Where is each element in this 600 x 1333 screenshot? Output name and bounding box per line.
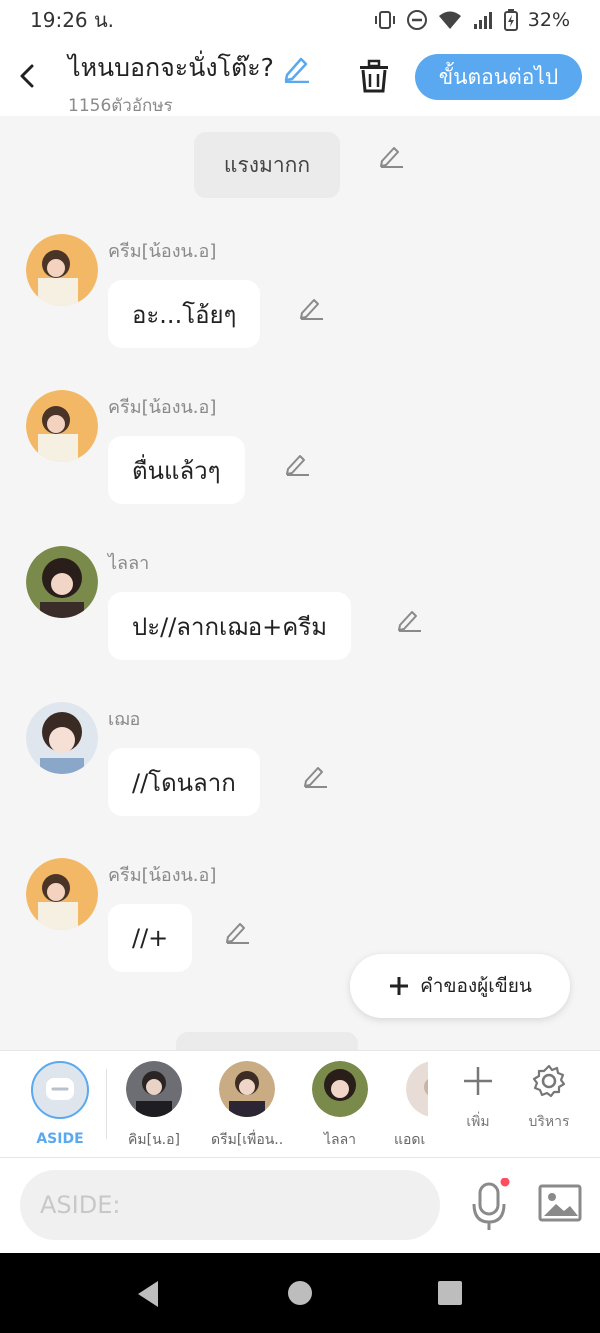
author-note-button[interactable]: คำของผู้เขียน — [350, 954, 570, 1018]
system-nav-bar — [0, 1253, 600, 1333]
gear-icon — [532, 1064, 566, 1098]
wifi-icon — [438, 11, 461, 29]
avatar[interactable] — [26, 858, 98, 930]
manage-label: บริหาร — [528, 1114, 570, 1130]
edit-message-icon[interactable] — [396, 606, 422, 632]
add-character-button[interactable]: เพิ่ม — [446, 1063, 510, 1133]
character-item[interactable]: ดรีม[เพื่อน... — [211, 1061, 283, 1151]
status-icons: 32% — [374, 9, 570, 31]
character-aside[interactable]: ASIDE — [24, 1061, 96, 1147]
divider — [106, 1069, 107, 1139]
nav-home-icon[interactable] — [286, 1279, 314, 1307]
edit-message-icon[interactable] — [224, 918, 250, 944]
avatar[interactable] — [26, 702, 98, 774]
battery-percent: 32% — [527, 9, 570, 31]
sender-name: เฌอ — [108, 709, 141, 730]
character-count: 1156ตัวอักษร — [68, 96, 173, 116]
sender-name: ครีม[น้องน.อ] — [108, 865, 217, 886]
character-item[interactable]: คิม[น.อ] — [118, 1061, 190, 1151]
character-label: ดรีม[เพื่อน... — [211, 1132, 283, 1148]
next-step-button[interactable]: ขั้นตอนต่อไป — [415, 54, 582, 100]
edit-message-icon[interactable] — [302, 762, 328, 788]
message-bubble[interactable]: ปะ//ลากเฌอ+ครีม — [108, 592, 352, 660]
avatar[interactable] — [26, 234, 98, 306]
vibrate-icon — [374, 11, 395, 29]
character-label: คิม[น.อ] — [128, 1132, 180, 1148]
nav-recents-icon[interactable] — [436, 1279, 464, 1307]
character-label: ไลลา — [323, 1132, 357, 1148]
character-avatar — [126, 1061, 182, 1117]
nav-back-icon[interactable] — [134, 1279, 162, 1309]
message-bubble[interactable]: //+ — [108, 904, 193, 972]
chat-area[interactable]: แรงมากก ครีม[น้องน.อ] อะ...โอ้ยๆ ครีม[น้… — [0, 116, 600, 1050]
signal-icon — [473, 12, 492, 29]
edit-message-icon[interactable] — [378, 142, 404, 168]
chat-bubble-icon — [46, 1078, 74, 1100]
sender-name: ไลลา — [108, 553, 150, 574]
input-area — [0, 1158, 600, 1253]
author-note-label: คำของผู้เขียน — [420, 975, 532, 997]
character-label: ASIDE — [36, 1131, 84, 1147]
character-avatar — [312, 1061, 368, 1117]
microphone-icon[interactable] — [470, 1178, 510, 1234]
avatar[interactable] — [26, 390, 98, 462]
plus-icon — [464, 1067, 492, 1095]
add-label: เพิ่ม — [466, 1114, 490, 1130]
header: ไหนบอกจะนั่งโต๊ะ? 1156ตัวอักษร ขั้นตอนต่… — [0, 40, 600, 116]
character-selector: ASIDE คิม[น.อ] ดรีม[เพื่อน... ไลลา แอดเ … — [0, 1050, 600, 1158]
dnd-icon — [406, 10, 427, 30]
narration-bubble[interactable]: แรงมากก — [194, 132, 340, 198]
plus-icon — [390, 977, 409, 995]
message-bubble[interactable]: อะ...โอ้ยๆ — [108, 280, 261, 348]
page-title[interactable]: ไหนบอกจะนั่งโต๊ะ? — [68, 48, 274, 88]
manage-button[interactable]: บริหาร — [517, 1063, 581, 1133]
status-time: 19:26 น. — [30, 8, 115, 32]
battery-icon — [503, 9, 518, 31]
sender-name: ครีม[น้องน.อ] — [108, 241, 217, 262]
image-icon[interactable] — [538, 1184, 582, 1224]
narration-bubble-partial[interactable] — [176, 1032, 358, 1050]
character-label: แอดเ — [394, 1132, 426, 1148]
character-item[interactable]: แอดเ — [392, 1061, 428, 1151]
avatar[interactable] — [26, 546, 98, 618]
edit-title-icon[interactable] — [282, 53, 312, 83]
character-avatar — [406, 1061, 428, 1117]
trash-icon[interactable] — [356, 58, 392, 94]
message-bubble[interactable]: ตื่นแล้วๆ — [108, 436, 245, 504]
message-bubble[interactable]: //โดนลาก — [108, 748, 260, 816]
title-block: ไหนบอกจะนั่งโต๊ะ? 1156ตัวอักษร — [68, 48, 312, 119]
character-avatar — [219, 1061, 275, 1117]
edit-message-icon[interactable] — [284, 450, 310, 476]
status-bar: 19:26 น. 32% — [0, 0, 600, 40]
message-input[interactable] — [20, 1170, 440, 1240]
aside-avatar — [31, 1061, 89, 1119]
character-item[interactable]: ไลลา — [304, 1061, 376, 1151]
edit-message-icon[interactable] — [298, 294, 324, 320]
sender-name: ครีม[น้องน.อ] — [108, 397, 217, 418]
back-arrow-icon[interactable] — [14, 58, 42, 94]
